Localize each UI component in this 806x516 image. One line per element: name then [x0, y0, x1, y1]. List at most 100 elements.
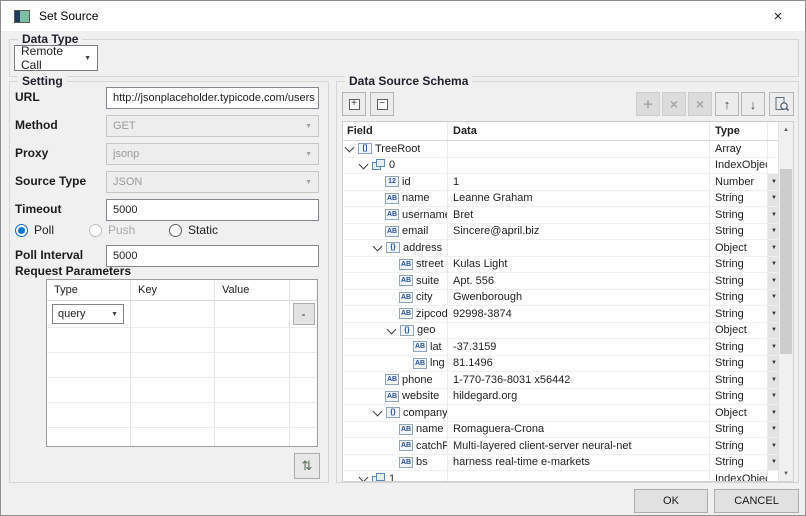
field-data: 81.1496 — [447, 356, 709, 372]
request-parameter-empty-row[interactable] — [47, 428, 317, 447]
string-type-icon: AB — [399, 440, 413, 451]
tree-row[interactable]: ABphone1-770-736-8031 x56442String▼ — [343, 372, 793, 389]
timeout-input[interactable]: 5000 — [106, 199, 319, 221]
tree-row[interactable]: ABemailSincere@april.bizString▼ — [343, 224, 793, 241]
tree-row[interactable]: ABnameRomaguera-CronaString▼ — [343, 422, 793, 439]
chevron-down-icon[interactable] — [373, 407, 383, 417]
chevron-down-icon: ▼ — [305, 179, 312, 186]
ok-button[interactable]: OK — [634, 489, 708, 513]
field-name: username — [402, 209, 447, 221]
radio-dot — [169, 224, 182, 237]
scroll-up-icon[interactable]: ▲ — [779, 122, 793, 137]
schema-tree-header: Field Data Type — [343, 122, 793, 141]
data-type-select[interactable]: Remote Call ▼ — [14, 45, 98, 71]
tree-row[interactable]: ABusernameBretString▼ — [343, 207, 793, 224]
field-name: zipcode — [416, 308, 447, 320]
scrollbar-thumb[interactable] — [780, 169, 792, 354]
preview-button[interactable] — [769, 92, 794, 116]
refresh-icon: ⇅ — [302, 458, 313, 474]
expand-all-button[interactable]: + — [342, 92, 366, 116]
radio-static-label: Static — [188, 223, 218, 237]
request-parameters-table: Type Key Value query ▼ - — [46, 279, 318, 447]
field-data: 92998-3874 — [447, 306, 709, 322]
tree-row[interactable]: 1IndexObject — [343, 471, 793, 482]
tree-row[interactable]: {}geoObject▼ — [343, 323, 793, 340]
radio-static[interactable]: Static — [169, 223, 218, 237]
chevron-down-icon[interactable] — [373, 242, 383, 252]
tree-row[interactable]: 12id1Number▼ — [343, 174, 793, 191]
tree-row[interactable]: {}addressObject▼ — [343, 240, 793, 257]
close-icon[interactable]: × — [765, 5, 791, 27]
tree-row[interactable]: ABbsharness real-time e-marketsString▼ — [343, 455, 793, 472]
field-type: String — [709, 339, 767, 355]
window-title: Set Source — [39, 9, 98, 23]
move-up-button[interactable]: ↑ — [715, 92, 739, 116]
field-data: 1 — [447, 174, 709, 190]
index-type-icon — [372, 159, 386, 171]
delete-field-button: × — [662, 92, 686, 116]
request-parameter-empty-row[interactable] — [47, 403, 317, 428]
poll-interval-input[interactable]: 5000 — [106, 245, 319, 267]
object-type-icon: {} — [386, 407, 400, 418]
chevron-down-icon[interactable] — [345, 143, 355, 153]
field-type: IndexObject — [709, 158, 767, 174]
string-type-icon: AB — [399, 308, 413, 319]
schema-label: Data Source Schema — [345, 74, 472, 89]
radio-poll[interactable]: Poll — [15, 223, 54, 237]
tree-row[interactable]: ABwebsitehildegard.orgString▼ — [343, 389, 793, 406]
param-value-cell[interactable] — [214, 301, 289, 327]
field-type: Object — [709, 405, 767, 421]
chevron-down-icon: ▼ — [84, 55, 91, 62]
param-type-select[interactable]: query ▼ — [52, 304, 124, 324]
string-type-icon: AB — [399, 275, 413, 286]
source-type-value: JSON — [113, 176, 142, 188]
vertical-scrollbar[interactable]: ▲ ▼ — [778, 122, 793, 481]
tree-row[interactable]: ABstreetKulas LightString▼ — [343, 257, 793, 274]
chevron-down-icon: ▼ — [305, 151, 312, 158]
index-type-icon — [372, 473, 386, 482]
string-type-icon: AB — [399, 457, 413, 468]
tree-row[interactable]: ABcityGwenboroughString▼ — [343, 290, 793, 307]
request-parameters-header: Type Key Value — [47, 280, 317, 301]
tree-row[interactable]: ABlng81.1496String▼ — [343, 356, 793, 373]
field-name: catchPhrase — [416, 440, 447, 452]
chevron-down-icon[interactable] — [359, 159, 369, 169]
source-type-label: Source Type — [15, 174, 86, 188]
setting-label: Setting — [18, 74, 67, 89]
field-name: name — [416, 423, 444, 435]
tree-row[interactable]: 0IndexObject — [343, 158, 793, 175]
field-type: String — [709, 273, 767, 289]
field-type: String — [709, 257, 767, 273]
request-parameter-empty-row[interactable] — [47, 328, 317, 353]
tree-row[interactable]: ABcatchPhraseMulti-layered client-server… — [343, 438, 793, 455]
request-parameter-empty-row[interactable] — [47, 378, 317, 403]
field-type: IndexObject — [709, 471, 767, 482]
refresh-button[interactable]: ⇅ — [294, 453, 320, 479]
tree-row[interactable]: {}companyObject▼ — [343, 405, 793, 422]
field-name: phone — [402, 374, 433, 386]
url-input[interactable]: http://jsonplaceholder.typicode.com/user… — [106, 87, 319, 109]
cancel-button[interactable]: CANCEL — [714, 489, 799, 513]
string-type-icon: AB — [385, 374, 399, 385]
tree-row[interactable]: ABzipcode92998-3874String▼ — [343, 306, 793, 323]
tree-row[interactable]: ABlat-37.3159String▼ — [343, 339, 793, 356]
tree-row[interactable]: ABnameLeanne GrahamString▼ — [343, 191, 793, 208]
request-parameter-empty-row[interactable] — [47, 353, 317, 378]
proxy-value: jsonp — [113, 148, 139, 160]
url-label: URL — [15, 90, 40, 104]
collapse-all-button[interactable]: − — [370, 92, 394, 116]
tree-row[interactable]: ABsuiteApt. 556String▼ — [343, 273, 793, 290]
method-select: GET ▼ — [106, 115, 319, 137]
move-down-button[interactable]: ↓ — [741, 92, 765, 116]
delete-all-icon: × — [696, 97, 704, 111]
tree-row[interactable]: []TreeRootArray — [343, 141, 793, 158]
scroll-down-icon[interactable]: ▼ — [779, 466, 793, 481]
param-key-cell[interactable] — [130, 301, 214, 327]
field-type: String — [709, 372, 767, 388]
chevron-down-icon[interactable] — [359, 473, 369, 482]
timeout-label: Timeout — [15, 202, 61, 216]
remove-parameter-button[interactable]: - — [293, 303, 315, 325]
chevron-down-icon[interactable] — [387, 324, 397, 334]
radio-poll-label: Poll — [34, 223, 54, 237]
field-type: Array — [709, 141, 767, 157]
